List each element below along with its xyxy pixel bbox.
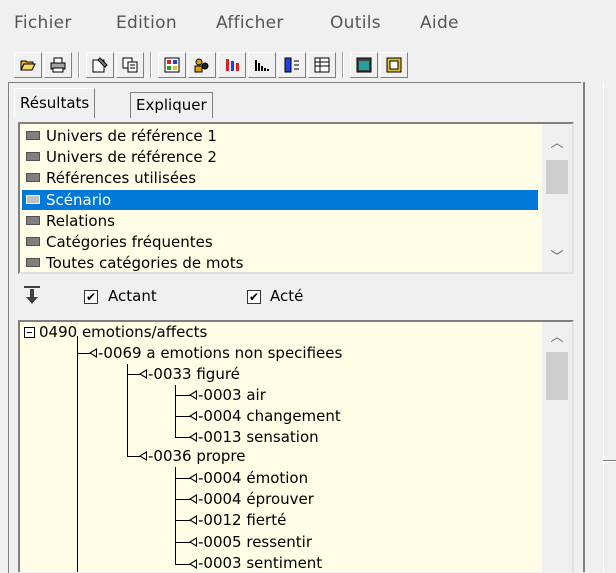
bars-button[interactable] <box>218 52 246 78</box>
tree-node-0036[interactable]: -0036 propre <box>148 446 245 466</box>
bullet-icon <box>26 131 40 140</box>
list-item[interactable]: Univers de référence 1 <box>26 126 217 146</box>
actant-label: Actant <box>108 287 157 305</box>
node-arrow-icon <box>189 432 197 442</box>
tree-leaf-fierte[interactable]: -0012 fierté <box>198 510 286 530</box>
bars-icon <box>226 59 239 71</box>
node-arrow-icon <box>189 559 197 569</box>
menu-outils[interactable]: Outils <box>330 13 381 33</box>
tab-expliquer[interactable]: Expliquer <box>130 92 213 118</box>
category-tree[interactable]: 0490 emotions/affects -0069 a emotions n… <box>18 320 574 572</box>
list-item-selected[interactable]: Scénario <box>22 190 538 210</box>
menu-aide[interactable]: Aide <box>420 13 459 33</box>
node-arrow-icon <box>189 494 197 504</box>
tree-node-0033[interactable]: -0033 figuré <box>148 364 240 384</box>
node-arrow-icon <box>189 473 197 483</box>
toolbar-separator <box>78 52 80 78</box>
tree-line <box>175 467 176 565</box>
toolbar <box>0 42 616 78</box>
scroll-thumb[interactable] <box>546 352 568 400</box>
bullet-icon <box>26 195 40 204</box>
node-arrow-icon <box>189 390 197 400</box>
copy-icon <box>122 57 138 73</box>
tree-leaf-eprouver[interactable]: -0004 éprouver <box>198 489 314 509</box>
properties-icon <box>92 57 108 73</box>
scroll-down-icon[interactable]: ﹀ <box>542 248 572 268</box>
bullet-icon <box>26 258 40 267</box>
actant-checkbox[interactable]: ✔ <box>84 290 98 304</box>
list-scrollbar[interactable]: ︿ ﹀ <box>542 124 572 272</box>
tree-root[interactable]: 0490 emotions/affects <box>39 322 207 342</box>
people-button[interactable] <box>188 52 216 78</box>
grid-button[interactable] <box>158 52 186 78</box>
menu-fichier[interactable]: Fichier <box>14 13 72 33</box>
tree-line <box>127 364 128 456</box>
tree-scrollbar[interactable]: ︿ <box>542 322 572 572</box>
toolbar-separator <box>150 52 152 78</box>
table-icon <box>314 57 330 73</box>
print-icon <box>50 57 66 73</box>
tree-leaf-ressentir[interactable]: -0005 ressentir <box>198 532 312 552</box>
bullet-icon <box>26 152 40 161</box>
people-icon <box>194 58 209 73</box>
collapse-icon[interactable] <box>24 327 35 338</box>
tree-leaf-sensation[interactable]: -0013 sensation <box>198 427 319 447</box>
copy-button[interactable] <box>116 52 144 78</box>
category-list[interactable]: Univers de référence 1 Univers de référe… <box>18 122 574 274</box>
list-item[interactable]: Univers de référence 2 <box>26 147 217 167</box>
split-icon <box>284 57 299 73</box>
table-button[interactable] <box>308 52 336 78</box>
window-button[interactable] <box>350 52 378 78</box>
toolbar-separator <box>342 52 344 78</box>
bullet-icon <box>26 237 40 246</box>
filter-bar: ✔ Actant ✔ Acté <box>18 278 574 316</box>
node-arrow-icon <box>89 348 97 358</box>
open-folder-button[interactable] <box>14 52 42 78</box>
tree-line <box>77 336 78 572</box>
tree-leaf-emotion[interactable]: -0004 émotion <box>198 468 308 488</box>
tab-resultats[interactable]: Résultats <box>14 88 96 118</box>
node-arrow-icon <box>139 369 147 379</box>
node-arrow-icon <box>189 537 197 547</box>
right-splitter[interactable] <box>583 82 616 572</box>
scroll-up-icon[interactable]: ︿ <box>542 134 572 154</box>
tree-line <box>175 385 176 438</box>
download-arrow-icon[interactable] <box>24 286 40 306</box>
acte-label: Acté <box>270 287 304 305</box>
export-button[interactable] <box>380 52 408 78</box>
acte-checkbox[interactable]: ✔ <box>247 290 261 304</box>
bullet-icon <box>26 173 40 182</box>
print-button[interactable] <box>44 52 72 78</box>
window-icon <box>356 57 372 73</box>
tree-leaf-sentiment[interactable]: -0003 sentiment <box>198 553 322 572</box>
scroll-up-icon[interactable]: ︿ <box>542 328 572 348</box>
open-folder-icon <box>20 60 36 71</box>
scroll-thumb[interactable] <box>546 160 568 194</box>
list-item[interactable]: Relations <box>26 211 115 231</box>
tree-node-0069[interactable]: -0069 a emotions non specifiees <box>98 343 342 363</box>
node-arrow-icon <box>189 515 197 525</box>
list-item[interactable]: Catégories fréquentes <box>26 232 213 252</box>
node-arrow-icon <box>189 411 197 421</box>
menu-edition[interactable]: Edition <box>116 13 177 33</box>
menu-afficher[interactable]: Afficher <box>216 13 284 33</box>
histogram-button[interactable] <box>248 52 276 78</box>
bullet-icon <box>26 216 40 225</box>
tree-leaf-air[interactable]: -0003 air <box>198 385 266 405</box>
node-arrow-icon <box>139 451 147 461</box>
properties-button[interactable] <box>86 52 114 78</box>
grid-icon <box>164 57 180 73</box>
histogram-icon <box>255 60 269 71</box>
menu-bar: Fichier Edition Afficher Outils Aide <box>0 0 616 42</box>
list-item[interactable]: Références utilisées <box>26 168 196 188</box>
split-button[interactable] <box>278 52 306 78</box>
tree-leaf-changement[interactable]: -0004 changement <box>198 406 341 426</box>
list-item[interactable]: Toutes catégories de mots <box>26 253 243 273</box>
export-icon <box>386 57 402 73</box>
